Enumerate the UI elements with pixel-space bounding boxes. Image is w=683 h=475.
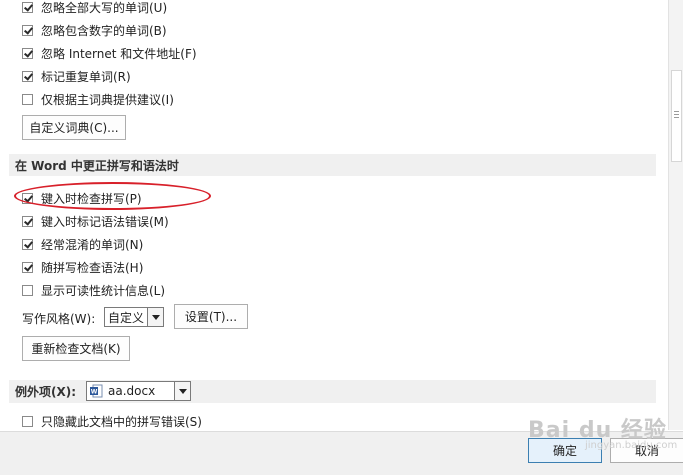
word-document-icon: W [90, 384, 103, 398]
checkbox[interactable] [22, 215, 33, 227]
option-confused-words[interactable]: 经常混淆的单词(N) [22, 235, 143, 253]
option-label: 忽略包含数字的单词(B) [41, 23, 167, 38]
checkbox[interactable] [22, 261, 33, 273]
exceptions-document-select[interactable]: W aa.docx [86, 381, 191, 401]
option-ignore-numbers[interactable]: 忽略包含数字的单词(B) [22, 21, 167, 39]
option-grammar-with-spelling[interactable]: 随拼写检查语法(H) [22, 258, 143, 276]
section-title: 在 Word 中更正拼写和语法时 [15, 158, 179, 173]
grip-line [674, 111, 679, 112]
checkbox[interactable] [22, 284, 33, 296]
checkbox[interactable] [22, 47, 33, 59]
option-label: 仅根据主词典提供建议(I) [41, 92, 174, 107]
option-label: 忽略全部大写的单词(U) [41, 0, 168, 15]
recheck-document-button[interactable]: 重新检查文档(K) [22, 336, 130, 361]
option-ignore-internet[interactable]: 忽略 Internet 和文件地址(F) [22, 44, 197, 62]
exceptions-label: 例外项(X): [15, 385, 77, 399]
option-label: 显示可读性统计信息(L) [41, 283, 166, 298]
highlight-oval [14, 182, 211, 210]
custom-dictionaries-button[interactable]: 自定义词典(C)... [22, 115, 126, 140]
section-word-correction: 在 Word 中更正拼写和语法时 [9, 154, 656, 176]
checkbox[interactable] [22, 238, 33, 250]
writing-style-value: 自定义 [108, 310, 145, 325]
scrollbar-thumb[interactable] [671, 70, 682, 162]
option-label: 忽略 Internet 和文件地址(F) [41, 46, 197, 61]
grip-line [674, 117, 679, 118]
option-readability-stats[interactable]: 显示可读性统计信息(L) [22, 281, 165, 299]
option-label: 随拼写检查语法(H) [41, 260, 144, 275]
settings-button[interactable]: 设置(T)... [174, 304, 248, 329]
option-main-dict-only[interactable]: 仅根据主词典提供建议(I) [22, 90, 174, 108]
chevron-down-icon [147, 308, 163, 326]
option-label: 只隐藏此文档中的拼写错误(S) [41, 414, 202, 429]
option-hide-spelling-errors[interactable]: 只隐藏此文档中的拼写错误(S) [22, 412, 202, 430]
writing-style-label: 写作风格(W): [22, 312, 96, 326]
checkbox[interactable] [22, 24, 33, 36]
checkbox[interactable] [22, 415, 33, 427]
option-label: 键入时标记语法错误(M) [41, 214, 169, 229]
checkbox[interactable] [22, 1, 33, 13]
checkbox[interactable] [22, 93, 33, 105]
exceptions-file-name: aa.docx [108, 384, 156, 398]
option-label: 经常混淆的单词(N) [41, 237, 144, 252]
chevron-down-icon [174, 382, 190, 400]
option-label: 标记重复单词(R) [41, 69, 131, 84]
svg-text:W: W [91, 389, 98, 396]
option-mark-grammar-errors[interactable]: 键入时标记语法错误(M) [22, 212, 169, 230]
option-flag-repeated[interactable]: 标记重复单词(R) [22, 67, 131, 85]
watermark-subtitle: jingyan.baidu.com [585, 440, 678, 451]
grip-line [674, 114, 679, 115]
option-ignore-uppercase[interactable]: 忽略全部大写的单词(U) [22, 0, 167, 16]
writing-style-select[interactable]: 自定义 [104, 307, 164, 327]
checkbox[interactable] [22, 70, 33, 82]
vertical-scrollbar[interactable] [668, 0, 683, 430]
